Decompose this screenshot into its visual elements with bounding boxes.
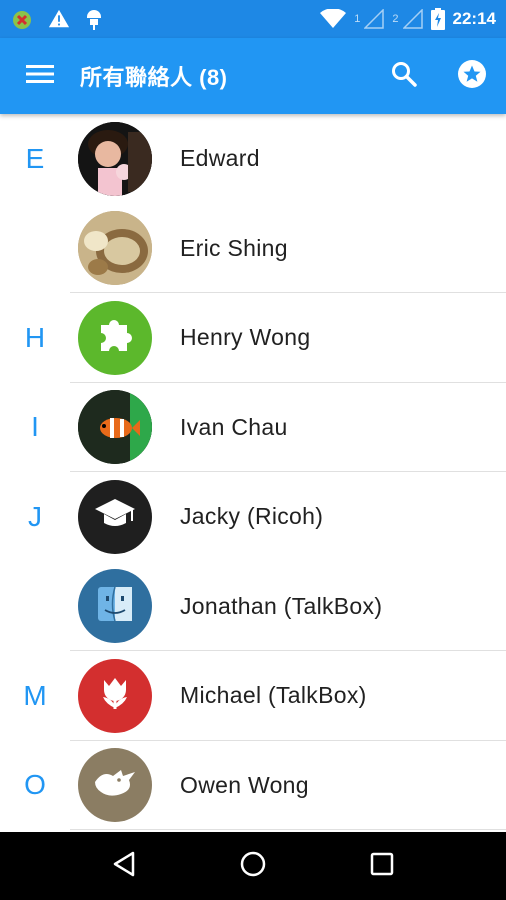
contact-row[interactable]: E Edward — [0, 114, 506, 204]
menu-icon — [26, 63, 54, 90]
contact-name: Eric Shing — [180, 234, 288, 261]
section-letter: E — [25, 142, 45, 174]
clock: 22:14 — [452, 9, 496, 28]
contact-row[interactable]: I Ivan Chau — [0, 383, 506, 473]
tulip-icon — [96, 674, 134, 717]
contact-avatar — [78, 748, 152, 823]
section-letter: I — [31, 411, 39, 443]
contact-name: Jonathan (TalkBox) — [180, 592, 383, 619]
contact-row[interactable]: H Henry Wong — [0, 293, 506, 383]
contact-avatar — [78, 211, 152, 286]
contact-name: Ivan Chau — [180, 413, 288, 440]
section-letter: O — [24, 769, 46, 801]
contact-row[interactable]: M Michael (TalkBox) — [0, 651, 506, 741]
contact-avatar — [78, 479, 152, 554]
contact-avatar — [78, 121, 152, 196]
page-title: 所有聯絡人 (8) — [80, 65, 228, 90]
puzzle-icon — [95, 315, 135, 360]
contact-avatar — [78, 390, 152, 465]
signal-icon — [402, 9, 423, 29]
contact-row[interactable]: Eric Shing — [0, 204, 506, 294]
finder-icon — [96, 585, 134, 628]
status-bar: 1 2 22:14 — [0, 0, 506, 38]
contact-row[interactable]: J Jacky (Ricoh) — [0, 472, 506, 562]
graduation-cap-icon — [94, 497, 136, 536]
app-bar: 所有聯絡人 (8) — [0, 38, 506, 114]
contact-name: Owen Wong — [180, 771, 309, 798]
contact-row[interactable]: Jonathan (TalkBox) — [0, 562, 506, 652]
android-update-icon — [10, 7, 34, 31]
contact-name: Henry Wong — [180, 324, 311, 351]
recents-icon — [369, 851, 395, 882]
contact-name: Michael (TalkBox) — [180, 682, 367, 709]
contact-avatar — [78, 300, 152, 375]
contact-avatar — [78, 569, 152, 644]
bird-icon — [93, 766, 137, 805]
home-button[interactable] — [223, 836, 283, 896]
search-icon — [391, 61, 417, 92]
sim1-label: 1 — [354, 13, 361, 25]
contact-name: Jacky (Ricoh) — [180, 503, 324, 530]
android-debug-icon — [84, 8, 104, 30]
sim2-label: 2 — [392, 13, 399, 25]
home-icon — [239, 850, 267, 883]
contact-list: E Edward Eric Shing H Henry Wong I Ivan … — [0, 114, 506, 832]
contact-name: Edward — [180, 145, 260, 172]
search-button[interactable] — [370, 38, 438, 114]
back-icon — [111, 850, 137, 883]
menu-button[interactable] — [0, 38, 80, 114]
warning-icon — [48, 8, 70, 30]
navigation-bar — [0, 832, 506, 900]
battery-charging-icon — [430, 8, 445, 30]
contacts-screen: 1 2 22:14 所有聯絡人 (8) E Edward Eric Shing … — [0, 0, 506, 900]
section-letter: H — [24, 321, 46, 353]
section-letter: M — [23, 679, 47, 711]
favorites-button[interactable] — [438, 38, 506, 114]
contact-avatar — [78, 658, 152, 733]
back-button[interactable] — [94, 836, 154, 896]
signal-icon — [364, 9, 385, 29]
section-letter: J — [28, 500, 42, 532]
recents-button[interactable] — [352, 836, 412, 896]
contact-row[interactable]: O Owen Wong — [0, 741, 506, 831]
star-circle-icon — [457, 59, 487, 94]
wifi-icon — [320, 9, 347, 29]
